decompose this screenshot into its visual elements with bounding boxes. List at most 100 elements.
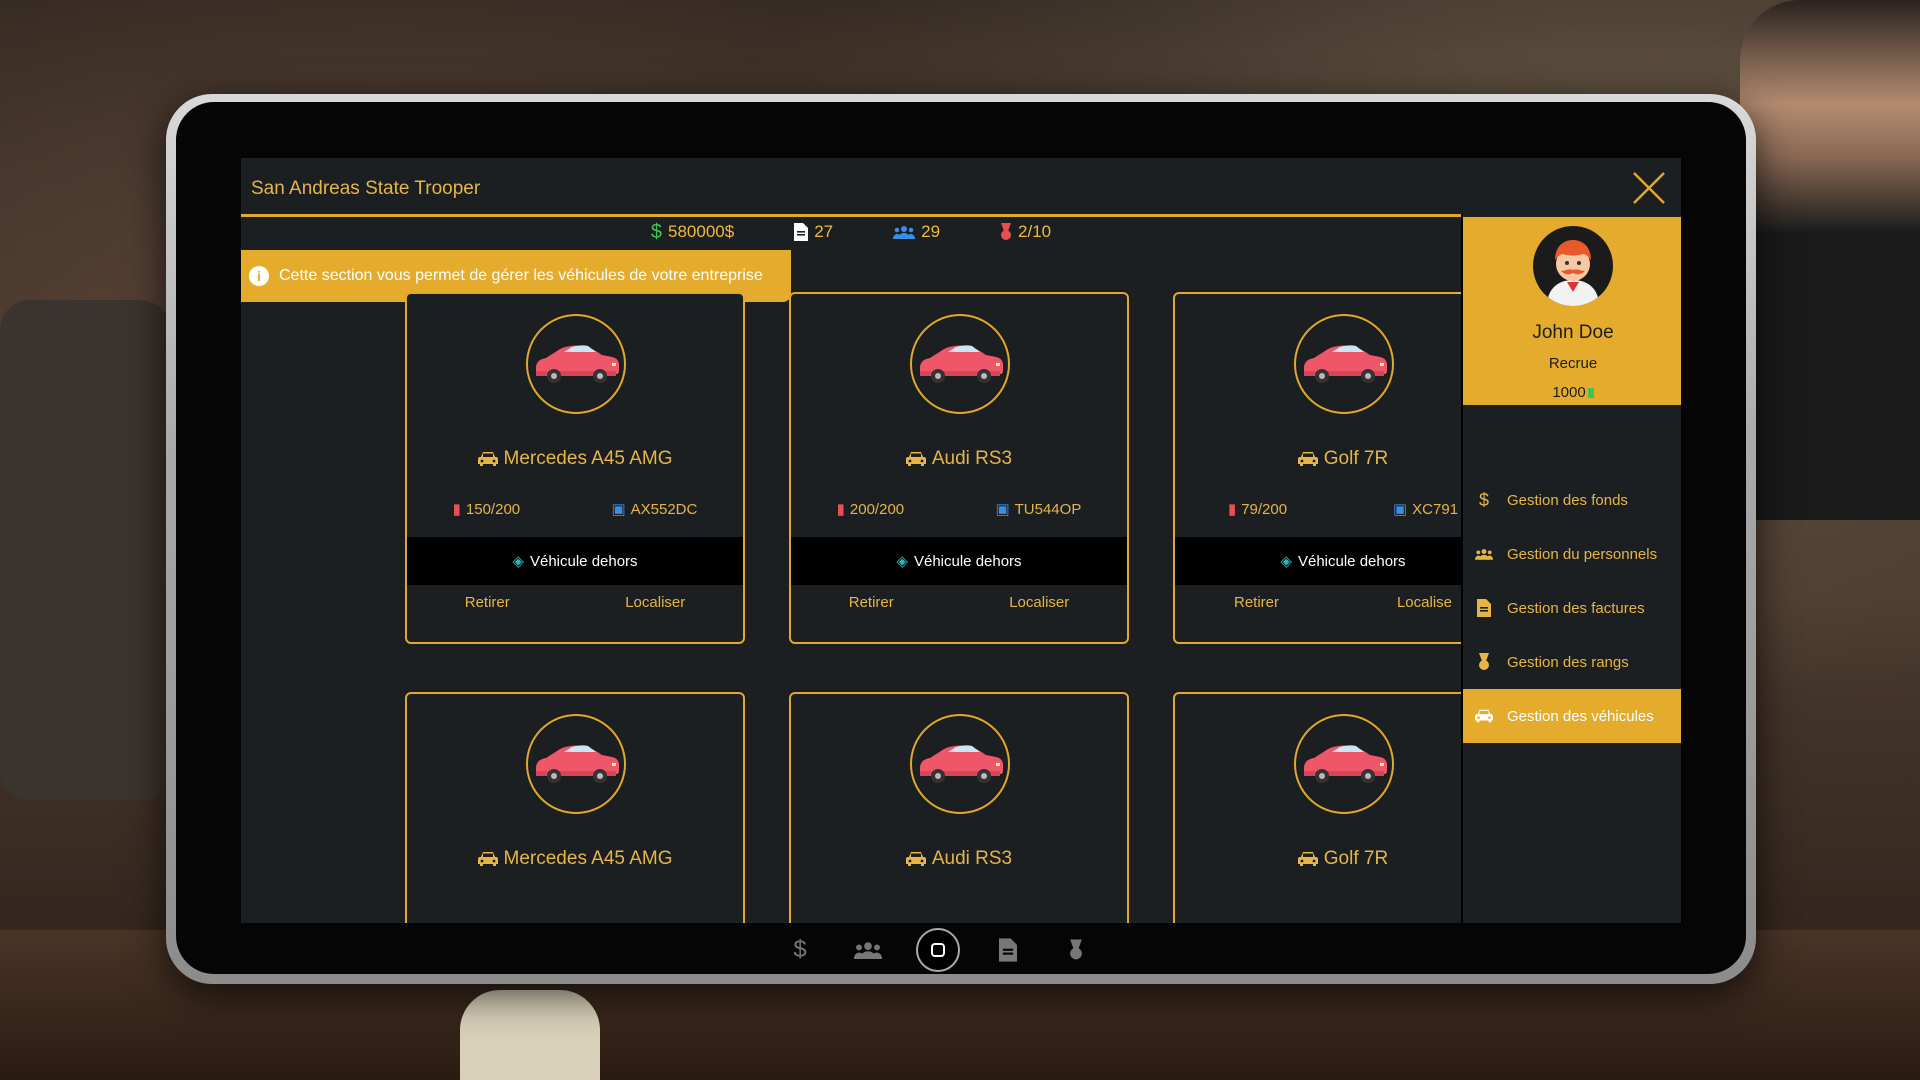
title-bar: San Andreas State Trooper	[241, 158, 1681, 217]
vehicle-name-text: Mercedes A45 AMG	[503, 848, 673, 869]
vehicle-plate: ▣ TU544OP	[995, 500, 1081, 518]
background-left-figure	[0, 300, 170, 800]
sidebar-item-ranks[interactable]: Gestion des rangs	[1463, 635, 1681, 689]
vehicle-fuel-value: 79/200	[1241, 501, 1288, 518]
tablet-screen: San Andreas State Trooper $ 580000$ 27 2…	[241, 158, 1681, 923]
vehicle-fuel-value: 200/200	[849, 501, 905, 518]
vehicle-status-text: Véhicule dehors	[529, 552, 638, 570]
stats-bar: $ 580000$ 27 29 2/10	[241, 217, 1461, 247]
profile-xp-value: 1000	[1552, 384, 1586, 401]
vehicle-status-text: Véhicule dehors	[913, 552, 1022, 570]
vehicle-name: Mercedes A45 AMG	[407, 848, 743, 870]
retire-button[interactable]: Retirer	[1234, 594, 1279, 611]
background-money-roll	[460, 990, 600, 1080]
ranks-value: 2/10	[1018, 222, 1052, 241]
close-icon[interactable]	[1631, 170, 1667, 206]
sidebar-item-invoices[interactable]: Gestion des factures	[1463, 581, 1681, 635]
dock-users-icon[interactable]	[848, 930, 888, 970]
vehicle-plate: ▣ XC791	[1393, 500, 1458, 518]
dollar-icon: $	[1478, 489, 1489, 510]
medal-icon	[1475, 653, 1493, 671]
vehicle-plate-value: XC791	[1412, 501, 1459, 518]
users-icon	[1475, 547, 1493, 561]
profile-name: John Doe	[1532, 322, 1614, 343]
info-icon: i	[249, 266, 269, 286]
vehicle-fuel: ▮ 200/200	[837, 500, 905, 518]
sidebar-item-vehicles[interactable]: Gestion des véhicules	[1463, 689, 1681, 743]
vehicle-fuel: ▮ 150/200	[453, 500, 521, 518]
sidebar-item-label: Gestion des rangs	[1507, 653, 1629, 671]
vehicle-meta: ▮ 200/200 ▣ TU544OP	[791, 500, 1127, 518]
sidebar-item-staff[interactable]: Gestion du personnels	[1463, 527, 1681, 581]
dollar-icon: $	[650, 220, 662, 243]
car-icon	[1304, 745, 1387, 783]
car-icon	[1297, 852, 1318, 866]
sidebar-item-label: Gestion des factures	[1507, 599, 1645, 617]
car-icon	[920, 345, 1003, 383]
avatar	[1533, 226, 1613, 306]
background-person	[1740, 0, 1920, 520]
sidebar-item-label: Gestion du personnels	[1507, 545, 1658, 563]
profile-rank: Recrue	[1548, 355, 1598, 372]
locate-button[interactable]: Localiser	[1009, 594, 1069, 611]
vehicle-image	[526, 714, 626, 814]
dock-medal-icon[interactable]	[1056, 930, 1096, 970]
car-icon	[1304, 345, 1387, 383]
profile-card: John Doe Recrue 1000	[1463, 217, 1681, 405]
vehicle-name-text: Audi RS3	[931, 448, 1013, 469]
fuel-icon: ▮	[836, 501, 845, 518]
employees-value: 29	[921, 222, 941, 241]
location-icon: ◈	[1280, 553, 1292, 570]
sidebar-item-funds[interactable]: $ Gestion des fonds	[1463, 473, 1681, 527]
avatar-icon	[1547, 240, 1599, 306]
profile-xp: 1000	[1463, 384, 1681, 401]
locate-button[interactable]: Localiser	[625, 594, 685, 611]
car-icon	[1297, 452, 1318, 466]
vehicle-actions: Retirer Localiser	[791, 594, 1127, 611]
dock-dollar-icon[interactable]: $	[780, 930, 820, 970]
vehicle-image	[1294, 314, 1394, 414]
vehicle-meta: ▮ 150/200 ▣ AX552DC	[407, 500, 743, 518]
retire-button[interactable]: Retirer	[849, 594, 894, 611]
id-card-icon: ▣	[611, 501, 626, 518]
vehicle-card: Mercedes A45 AMG ▮ 150/200 ▣ AX552DC ◈ Véhicul…	[405, 292, 745, 644]
vehicle-card: Mercedes A45 AMG	[405, 692, 745, 923]
vehicle-name-text: Golf 7R	[1323, 448, 1389, 469]
document-icon	[794, 223, 809, 241]
tablet-dock: $	[780, 928, 1096, 972]
vehicle-image	[910, 314, 1010, 414]
car-icon	[477, 452, 498, 466]
car-icon	[536, 345, 619, 383]
stat-money: $ 580000$	[651, 221, 734, 244]
fuel-icon: ▮	[452, 501, 461, 518]
vehicle-name: Mercedes A45 AMG	[407, 448, 743, 470]
home-button[interactable]	[916, 928, 960, 972]
home-icon	[931, 943, 945, 957]
dock-document-icon[interactable]	[988, 930, 1028, 970]
vehicle-name-text: Audi RS3	[931, 848, 1013, 869]
vehicle-name: Audi RS3	[791, 448, 1127, 470]
info-text: Cette section vous permet de gérer les v…	[279, 267, 763, 284]
car-icon	[536, 745, 619, 783]
vehicle-status: ◈ Véhicule dehors	[791, 537, 1127, 585]
stat-employees: 29	[893, 222, 940, 242]
stat-invoices: 27	[794, 222, 833, 242]
app-title: San Andreas State Trooper	[251, 178, 481, 199]
vehicle-name-text: Mercedes A45 AMG	[503, 448, 673, 469]
vehicle-plate-value: TU544OP	[1014, 501, 1082, 518]
stat-ranks: 2/10	[1000, 222, 1051, 242]
vehicle-fuel-value: 150/200	[465, 501, 521, 518]
vehicle-status: ◈ Véhicule dehors	[407, 537, 743, 585]
vehicle-plate: ▣ AX552DC	[611, 500, 697, 518]
xp-icon	[1587, 388, 1594, 398]
document-icon	[1475, 599, 1493, 617]
sidebar: John Doe Recrue 1000 $ Gestion des fonds…	[1461, 214, 1681, 923]
id-card-icon: ▣	[1392, 501, 1408, 518]
car-icon	[920, 745, 1003, 783]
sidebar-item-label: Gestion des véhicules	[1507, 707, 1654, 725]
locate-button[interactable]: Localise	[1397, 594, 1452, 611]
vehicle-image	[1294, 714, 1394, 814]
retire-button[interactable]: Retirer	[465, 594, 510, 611]
vehicle-plate-value: AX552DC	[630, 501, 698, 518]
vehicle-image	[910, 714, 1010, 814]
